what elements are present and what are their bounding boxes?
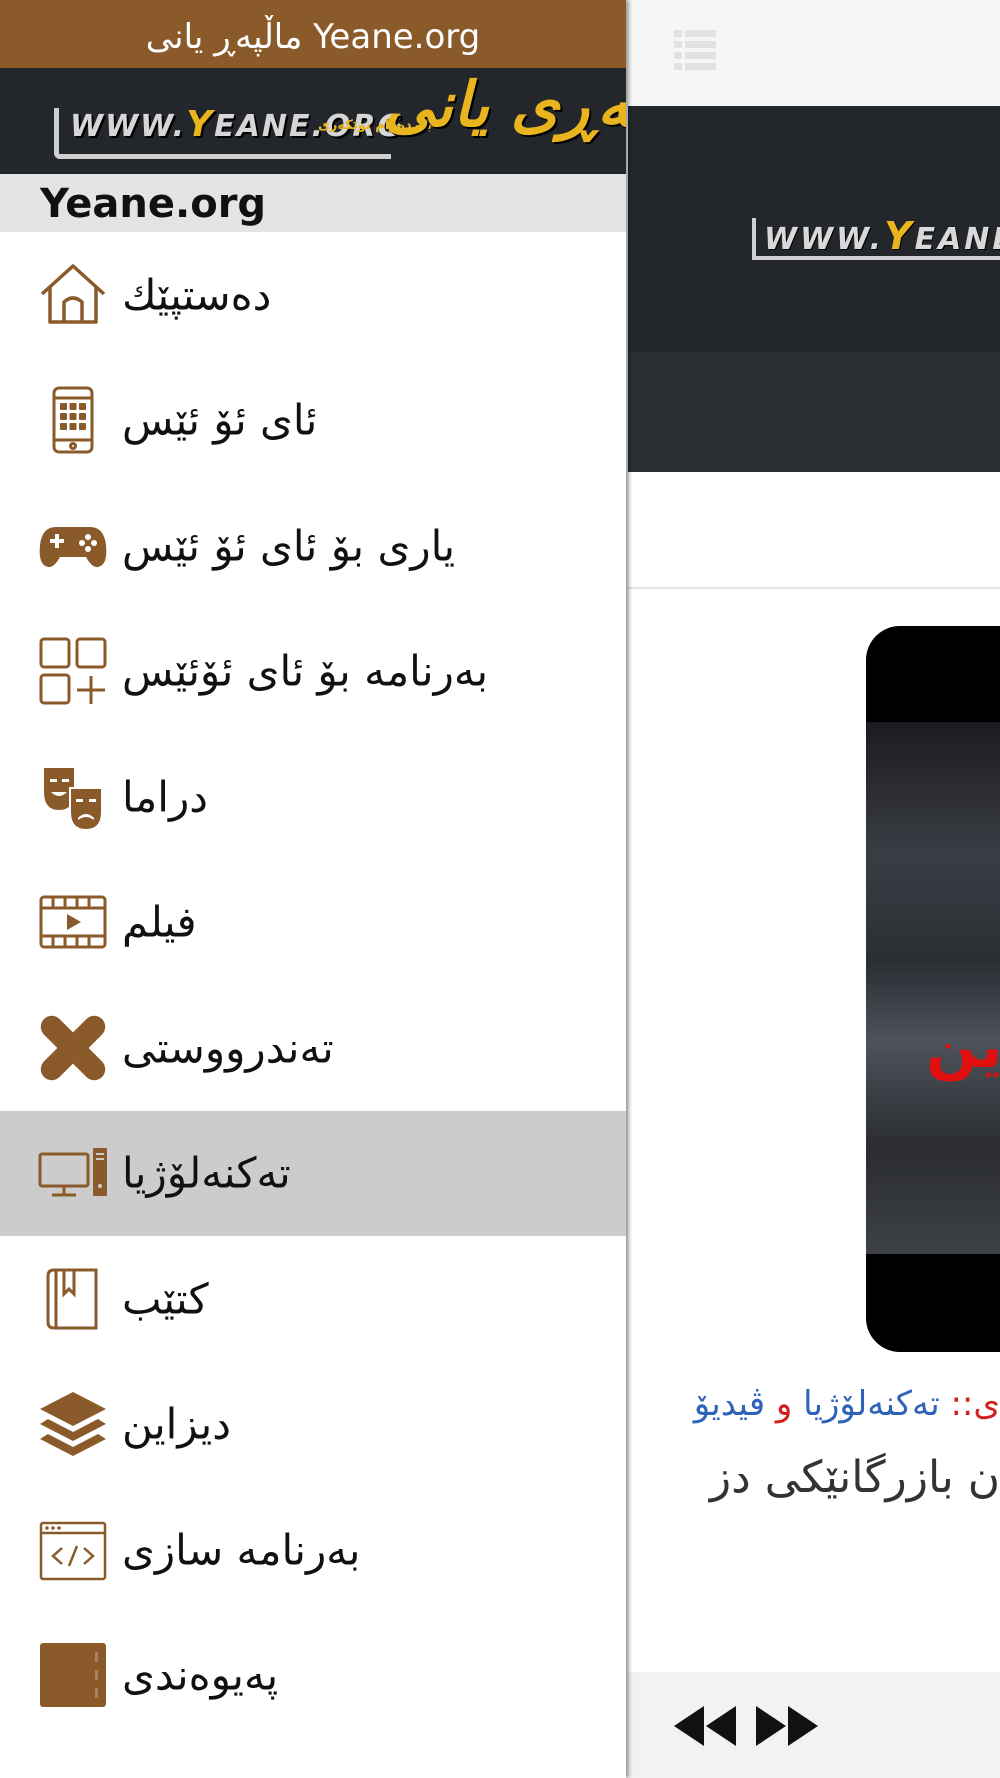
theater-masks-icon xyxy=(38,762,108,832)
article-thumbnail[interactable]: ن ین xyxy=(866,626,1000,1352)
menu-item-design[interactable]: دیزاین xyxy=(0,1362,626,1488)
menu-item-label: ئای ئۆ ئێس xyxy=(122,395,318,445)
book-icon xyxy=(38,1264,108,1334)
code-window-icon xyxy=(38,1515,108,1585)
category-link-video[interactable]: ڤیدیۆ xyxy=(694,1384,765,1424)
article-title[interactable]: ن بازرگانێکی دز xyxy=(710,1452,1000,1503)
section-title: Yeane.org xyxy=(40,181,267,227)
logo-www: WWW. xyxy=(764,222,885,257)
drawer-logo[interactable]: WWW.YEANE.ORG بەردەوام نوێکەری ماڵپەڕی ی… xyxy=(0,68,626,174)
layers-icon xyxy=(38,1389,108,1459)
fast-forward-icon[interactable] xyxy=(756,1706,818,1746)
logo-y: Y xyxy=(186,104,215,145)
menu-list-icon[interactable] xyxy=(674,30,716,70)
apps-grid-icon xyxy=(38,636,108,706)
menu-item-health[interactable]: تەندرووستی xyxy=(0,985,626,1111)
menu-item-ios-games[interactable]: یاری بۆ ئای ئۆ ئێس xyxy=(0,483,626,609)
film-icon xyxy=(38,887,108,957)
menu-item-drama[interactable]: دراما xyxy=(0,734,626,860)
menu-item-contact[interactable]: پەیوەندی xyxy=(0,1613,626,1739)
health-cross-icon xyxy=(38,1013,108,1083)
article-meta: ی:: تەکنەلۆژیا و ڤیدیۆ xyxy=(694,1384,1000,1424)
menu-item-label: فیلم xyxy=(122,897,197,947)
menu-item-label: بەرنامە بۆ ئای ئۆئێس xyxy=(122,646,489,696)
menu-item-home[interactable]: دەستپێك xyxy=(0,232,626,358)
thumbnail-scene: ن ین xyxy=(866,722,1000,1254)
menu-item-technology[interactable]: تەکنەلۆژیا xyxy=(0,1110,626,1236)
logo-y: Y xyxy=(884,214,915,258)
navigation-drawer: ماڵپەڕ یانی Yeane.org WWW.YEANE.ORG بەرد… xyxy=(0,0,626,1778)
meta-separator: و xyxy=(775,1384,793,1424)
menu-item-programming[interactable]: بەرنامە سازی xyxy=(0,1487,626,1613)
main-top-bar xyxy=(628,0,1000,106)
menu-item-label: کتێب xyxy=(122,1274,209,1324)
logo-rest: EANE xyxy=(914,222,1000,257)
main-banner: WWW.YEANE xyxy=(628,106,1000,457)
contact-book-icon xyxy=(38,1640,108,1710)
menu-item-label: تەکنەلۆژیا xyxy=(122,1148,291,1198)
computer-icon xyxy=(38,1138,108,1208)
menu-item-label: تەندرووستی xyxy=(122,1023,334,1073)
menu-item-film[interactable]: فیلم xyxy=(0,860,626,986)
rewind-icon[interactable] xyxy=(674,1706,736,1746)
menu-item-label: پەیوەندی xyxy=(122,1650,279,1700)
menu-item-label: بەرنامە سازی xyxy=(122,1525,361,1575)
main-footer xyxy=(628,1672,1000,1778)
site-logo[interactable]: WWW.YEANE xyxy=(748,206,1000,266)
drawer-header-title: ماڵپەڕ یانی Yeane.org xyxy=(0,0,626,68)
menu-item-label: یاری بۆ ئای ئۆ ئێس xyxy=(122,521,456,571)
menu-item-label: دیزاین xyxy=(122,1399,231,1449)
menu-item-label: دەستپێك xyxy=(122,270,272,320)
home-icon xyxy=(38,260,108,330)
main-content: ن ین ی:: تەکنەلۆژیا و ڤیدیۆ ن بازرگانێکی… xyxy=(628,472,1000,1672)
drawer-section-header: Yeane.org xyxy=(0,174,626,232)
meta-prefix: ی:: xyxy=(950,1384,1000,1424)
menu-item-ios[interactable]: ئای ئۆ ئێس xyxy=(0,358,626,484)
category-link-technology[interactable]: تەکنەلۆژیا xyxy=(803,1384,940,1424)
menu-item-label: دراما xyxy=(122,772,208,822)
gamepad-icon xyxy=(38,511,108,581)
logo-brand: ماڵپەڕی یانی xyxy=(384,68,626,141)
menu-item-books[interactable]: کتێب xyxy=(0,1236,626,1362)
thumbnail-red-text: ین xyxy=(926,1012,1000,1082)
content-divider xyxy=(628,587,1000,589)
phone-icon xyxy=(38,385,108,455)
main-page: WWW.YEANE ن ین ی:: تەکنەلۆژیا و ڤیدیۆ ن … xyxy=(628,0,1000,1778)
drawer-menu: دەستپێك ئای ئۆ ئێس یاری بۆ ئای ئۆ ئێس بە… xyxy=(0,232,626,1738)
logo-www: WWW. xyxy=(70,109,187,144)
menu-item-ios-apps[interactable]: بەرنامە بۆ ئای ئۆئێس xyxy=(0,609,626,735)
main-nav-bar xyxy=(628,352,1000,472)
